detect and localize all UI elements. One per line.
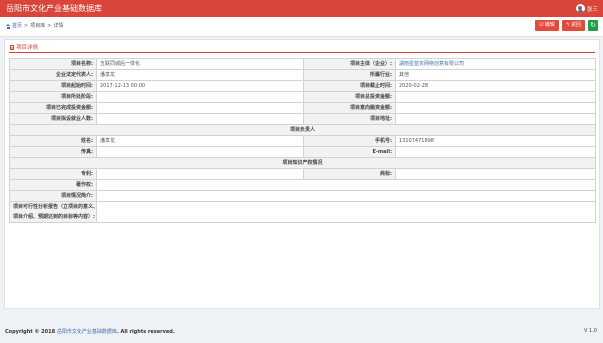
project-detail-table: 项目名称: 五联同城后一体化 项目主体（企业）: 湖南星蓝农网络创意有限公司 企… — [9, 58, 596, 223]
table-row: 传真: E-mail: — [9, 146, 596, 158]
section-header-manager: 项目负责人 — [9, 124, 596, 136]
section-header-ip: 项目知识产权情况 — [9, 157, 596, 169]
table-row: 姓名: 潘享龙 手机号: 13107471898 — [9, 135, 596, 147]
feasibility-label-line-1: 项目可行性分析报告（立项目的意义、 — [13, 204, 97, 210]
copyright-prefix: Copyright © 2018 — [5, 329, 56, 335]
footer: Copyright © 2018 岳阳市文化产业基础数据库. All right… — [0, 323, 603, 343]
project-owner-label: 项目主体（企业）: — [303, 58, 396, 70]
feasibility-label: 项目可行性分析报告（立项目的意义、 项目介绍、预期达到的目标等内容）: — [9, 201, 97, 223]
manager-email-value — [395, 146, 596, 158]
table-row: 项目起始时间: 2017-12-13 00:00 项目截止时间: 2020-02… — [9, 80, 596, 92]
home-icon — [6, 24, 11, 29]
stage-value — [96, 91, 304, 103]
manager-email-label: E-mail: — [303, 146, 396, 158]
financing-label: 项目意向融资金额: — [303, 102, 396, 114]
patent-label: 专利: — [9, 168, 97, 180]
end-time-value: 2020-02-28 — [395, 80, 596, 92]
top-navbar: 岳阳市文化产业基础数据库 张三 — [0, 0, 603, 17]
invested-value — [96, 102, 304, 114]
table-row: 项目名称: 五联同城后一体化 项目主体（企业）: 湖南星蓝农网络创意有限公司 — [9, 58, 596, 70]
panel-divider — [9, 52, 595, 53]
table-row: 项目所处阶段: 项目总投资金额: — [9, 91, 596, 103]
table-row: 企业法定代表人: 潘享龙 所属行业: 其他 — [9, 69, 596, 81]
manager-name-label: 姓名: — [9, 135, 97, 147]
breadcrumb: 首页 > 项目库 > 详情 — [6, 23, 63, 30]
start-time-label: 项目起始时间: — [9, 80, 97, 92]
manager-fax-label: 传真: — [9, 146, 97, 158]
project-owner-cell: 湖南星蓝农网络创意有限公司 — [395, 58, 596, 70]
manager-phone-value: 13107471898 — [395, 135, 596, 147]
breadcrumb-separator: > — [47, 23, 52, 29]
intro-label: 项目情况简介: — [9, 190, 97, 202]
edit-button-label: 编辑 — [544, 22, 555, 28]
back-icon: ↰ — [565, 22, 570, 28]
project-detail-panel: 项目详情 项目名称: 五联同城后一体化 项目主体（企业）: 湖南星蓝农网络创意有… — [4, 39, 600, 309]
total-invest-label: 项目总投资金额: — [303, 91, 396, 103]
stage-label: 项目所处阶段: — [9, 91, 97, 103]
breadcrumb-bar: 首页 > 项目库 > 详情 ☑ 编辑 ↰ 返回 ↻ — [0, 17, 603, 37]
employment-value — [96, 113, 304, 125]
version-label: V 1.0 — [584, 328, 597, 334]
copyright-text: Copyright © 2018 岳阳市文化产业基础数据库. All right… — [5, 328, 175, 335]
address-label: 项目地址: — [303, 113, 396, 125]
edit-button[interactable]: ☑ 编辑 — [535, 20, 559, 31]
end-time-label: 项目截止时间: — [303, 80, 396, 92]
copyright-value — [96, 179, 596, 191]
table-row: 著作权: — [9, 179, 596, 191]
edit-icon: ☑ — [539, 22, 544, 28]
project-name-label: 项目名称: — [9, 58, 97, 70]
document-icon — [10, 44, 14, 50]
refresh-button[interactable]: ↻ — [588, 20, 598, 31]
manager-fax-value — [96, 146, 304, 158]
manager-phone-label: 手机号: — [303, 135, 396, 147]
trademark-value — [395, 168, 596, 180]
table-row: 项目情况简介: — [9, 190, 596, 202]
panel-title: 项目详情 — [16, 45, 39, 51]
breadcrumb-separator: > — [24, 23, 29, 29]
action-toolbar: ☑ 编辑 ↰ 返回 ↻ — [535, 20, 598, 31]
table-row: 项目可行性分析报告（立项目的意义、 项目介绍、预期达到的目标等内容）: — [9, 201, 596, 223]
patent-value — [96, 168, 304, 180]
table-row: 项目拟设就业人数: 项目地址: — [9, 113, 596, 125]
trademark-label: 商标: — [303, 168, 396, 180]
table-row: 项目已完成投资金额: 项目意向融资金额: — [9, 102, 596, 114]
feasibility-value — [96, 201, 596, 223]
breadcrumb-project-library[interactable]: 项目库 — [30, 23, 45, 30]
breadcrumb-current: 详情 — [53, 23, 64, 29]
table-row: 项目负责人 — [9, 124, 596, 136]
legal-rep-label: 企业法定代表人: — [9, 69, 97, 81]
address-value — [395, 113, 596, 125]
feasibility-label-line-2: 项目介绍、预期达到的目标等内容）: — [13, 214, 96, 220]
project-name-value: 五联同城后一体化 — [96, 58, 304, 70]
back-button[interactable]: ↰ 返回 — [561, 20, 585, 31]
back-button-label: 返回 — [570, 22, 581, 28]
table-row: 项目知识产权情况 — [9, 157, 596, 169]
refresh-icon: ↻ — [590, 21, 596, 29]
intro-value — [96, 190, 596, 202]
invested-label: 项目已完成投资金额: — [9, 102, 97, 114]
manager-name-value: 潘享龙 — [96, 135, 304, 147]
project-owner-link[interactable]: 湖南星蓝农网络创意有限公司 — [399, 61, 464, 67]
start-time-value: 2017-12-13 00:00 — [96, 80, 304, 92]
total-invest-value — [395, 91, 596, 103]
breadcrumb-home-label[interactable]: 首页 — [12, 23, 22, 30]
app-title[interactable]: 岳阳市文化产业基础数据库 — [6, 3, 102, 14]
copyright-label: 著作权: — [9, 179, 97, 191]
employment-label: 项目拟设就业人数: — [9, 113, 97, 125]
industry-value: 其他 — [395, 69, 596, 81]
user-name[interactable]: 张三 — [587, 5, 598, 13]
user-menu[interactable]: 张三 — [575, 3, 598, 14]
breadcrumb-home[interactable]: 首页 — [6, 23, 22, 30]
panel-header: 项目详情 — [10, 43, 38, 51]
footer-org-link[interactable]: 岳阳市文化产业基础数据库 — [57, 329, 117, 335]
copyright-suffix: . All rights reserved. — [116, 329, 175, 335]
legal-rep-value: 潘享龙 — [96, 69, 304, 81]
table-row: 专利: 商标: — [9, 168, 596, 180]
financing-value — [395, 102, 596, 114]
industry-label: 所属行业: — [303, 69, 396, 81]
avatar-icon[interactable] — [575, 4, 585, 13]
